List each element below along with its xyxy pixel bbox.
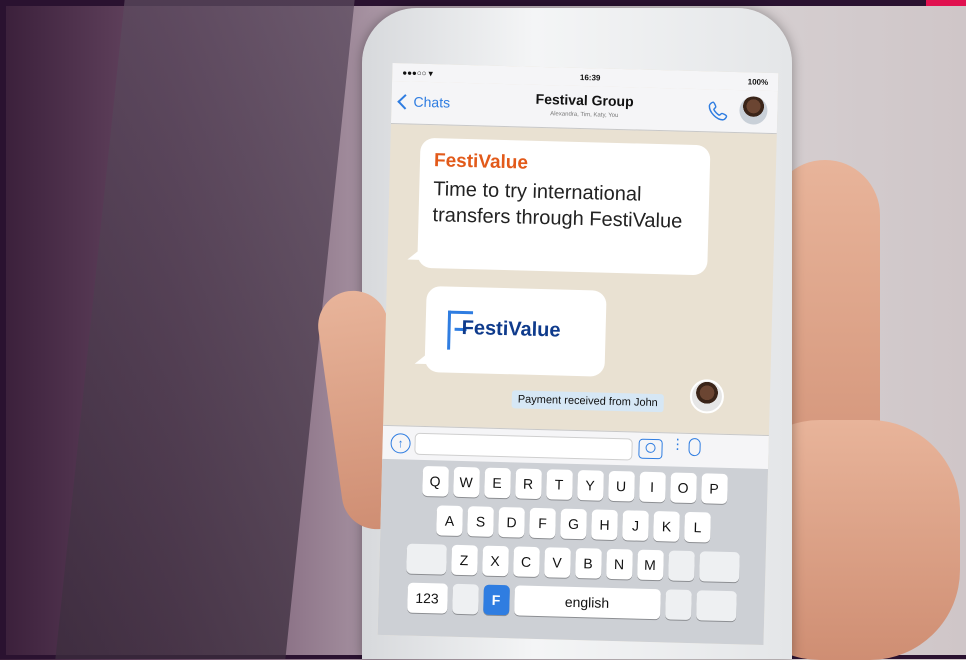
key-k[interactable]: K: [653, 511, 680, 542]
globe-key[interactable]: [451, 583, 479, 615]
space-key[interactable]: english: [513, 585, 661, 620]
left-frame-bar: [0, 0, 6, 659]
key-o[interactable]: O: [669, 472, 697, 504]
blank-key[interactable]: [667, 550, 695, 582]
key-m[interactable]: M: [636, 549, 664, 581]
key-q[interactable]: Q: [421, 465, 449, 497]
key-l[interactable]: L: [684, 511, 711, 543]
key-a[interactable]: A: [436, 505, 463, 537]
numbers-key[interactable]: 123: [406, 582, 448, 614]
key-w[interactable]: W: [452, 466, 480, 498]
key-g[interactable]: G: [560, 508, 587, 540]
keyboard: Q W E R T Y U I O P A S D F G H J K L Z …: [377, 458, 769, 645]
clock: 16:39: [579, 72, 601, 82]
phone-call-icon[interactable]: [707, 99, 730, 122]
key-x[interactable]: X: [481, 545, 509, 577]
backspace-key[interactable]: [698, 551, 740, 583]
sender-avatar: [689, 378, 725, 414]
keyboard-row: Z X C V B N M: [379, 543, 766, 583]
festivalue-logo: FestiValue: [447, 310, 588, 355]
key-d[interactable]: D: [498, 506, 525, 538]
key-b[interactable]: B: [574, 547, 602, 579]
phone-screen: ●●●○○ ▾ 16:39 100% Chats Festival Group …: [377, 63, 779, 645]
shift-key[interactable]: [405, 543, 447, 575]
message-sender: FestiValue: [433, 150, 529, 174]
logo-message-bubble: FestiValue: [414, 286, 607, 377]
blank-key[interactable]: [664, 589, 692, 621]
signal-indicator: ●●●○○ ▾: [402, 67, 433, 78]
key-e[interactable]: E: [483, 467, 511, 499]
key-y[interactable]: Y: [576, 470, 604, 501]
festivalue-keyboard-key[interactable]: F: [482, 584, 510, 616]
more-options-icon[interactable]: ⋮: [670, 435, 684, 451]
bubble-tail: [407, 249, 420, 260]
key-s[interactable]: S: [467, 506, 494, 537]
key-h[interactable]: H: [591, 509, 618, 541]
key-t[interactable]: T: [545, 469, 573, 500]
upload-icon[interactable]: ↑: [390, 433, 411, 454]
background-laptop: [55, 0, 355, 659]
keyboard-row: 123 F english: [378, 582, 765, 622]
bubble-tail: [414, 353, 427, 365]
message-bubble: FestiValue Time to try international tra…: [407, 137, 711, 276]
corner-accent: [926, 0, 966, 6]
microphone-icon[interactable]: [688, 437, 701, 457]
keyboard-row: A S D F G H J K L: [380, 504, 767, 544]
key-v[interactable]: V: [543, 547, 571, 578]
key-r[interactable]: R: [514, 468, 542, 500]
chat-header: Chats Festival Group Alexandra, Tim, Kat…: [390, 81, 778, 135]
message-input[interactable]: [414, 432, 633, 461]
return-key[interactable]: [695, 590, 737, 622]
logo-text: FestiValue: [461, 316, 561, 342]
message-text: Time to try international transfers thro…: [432, 178, 683, 233]
camera-icon[interactable]: [638, 438, 663, 460]
key-i[interactable]: I: [638, 471, 666, 503]
key-j[interactable]: J: [622, 510, 649, 541]
battery-indicator: 100%: [747, 76, 769, 87]
key-p[interactable]: P: [700, 473, 728, 504]
key-f[interactable]: F: [529, 507, 556, 539]
payment-notice: Payment received from John: [511, 390, 664, 413]
key-n[interactable]: N: [605, 548, 633, 580]
keyboard-row: Q W E R T Y U I O P: [381, 465, 768, 505]
key-z[interactable]: Z: [450, 544, 478, 576]
key-c[interactable]: C: [512, 546, 540, 578]
key-u[interactable]: U: [607, 470, 635, 502]
